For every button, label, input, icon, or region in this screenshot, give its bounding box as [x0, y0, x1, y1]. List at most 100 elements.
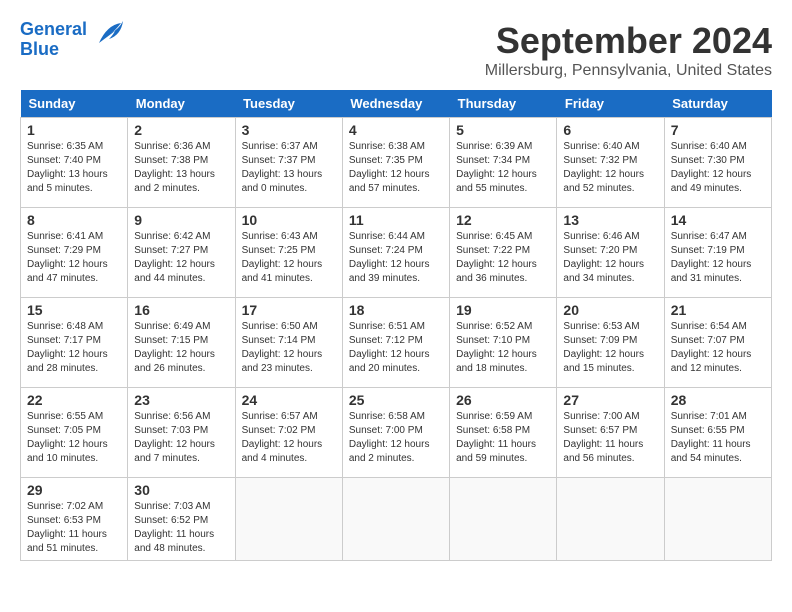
- day-info: Sunrise: 6:40 AMSunset: 7:32 PMDaylight:…: [563, 140, 657, 196]
- day-info: Sunrise: 7:02 AMSunset: 6:53 PMDaylight:…: [27, 500, 121, 556]
- weekday-header: Saturday: [664, 90, 771, 118]
- day-number: 15: [27, 302, 121, 318]
- calendar-cell: [235, 478, 342, 561]
- calendar-cell: 20Sunrise: 6:53 AMSunset: 7:09 PMDayligh…: [557, 298, 664, 388]
- calendar-cell: 4 Sunrise: 6:38 AMSunset: 7:35 PMDaylight…: [342, 118, 449, 208]
- calendar-cell: 30 Sunrise: 7:03 AMSunset: 6:52 PMDayligh…: [128, 478, 235, 561]
- day-info: Sunrise: 6:45 AMSunset: 7:22 PMDaylight:…: [456, 230, 550, 286]
- day-number: 29: [27, 482, 121, 498]
- calendar-header-row: SundayMondayTuesdayWednesdayThursdayFrid…: [21, 90, 772, 118]
- day-number: 12: [456, 212, 550, 228]
- location-title: Millersburg, Pennsylvania, United States: [485, 62, 772, 80]
- day-info: Sunrise: 6:40 AMSunset: 7:30 PMDaylight:…: [671, 140, 765, 196]
- calendar-cell: 16 Sunrise: 6:49 AMSunset: 7:15 PMDayligh…: [128, 298, 235, 388]
- day-info: Sunrise: 6:38 AMSunset: 7:35 PMDaylight:…: [349, 140, 443, 196]
- day-info: Sunrise: 6:39 AMSunset: 7:34 PMDaylight:…: [456, 140, 550, 196]
- day-number: 28: [671, 392, 765, 408]
- calendar-cell: 24 Sunrise: 6:57 AMSunset: 7:02 PMDayligh…: [235, 388, 342, 478]
- logo-bird-icon: [91, 15, 127, 51]
- calendar-cell: 6 Sunrise: 6:40 AMSunset: 7:32 PMDaylight…: [557, 118, 664, 208]
- title-area: September 2024 Millersburg, Pennsylvania…: [485, 20, 772, 80]
- calendar-week-row: 15 Sunrise: 6:48 AMSunset: 7:17 PMDayligh…: [21, 298, 772, 388]
- calendar-cell: 27 Sunrise: 7:00 AMSunset: 6:57 PMDayligh…: [557, 388, 664, 478]
- calendar-cell: 21 Sunrise: 6:54 AMSunset: 7:07 PMDayligh…: [664, 298, 771, 388]
- day-number: 17: [242, 302, 336, 318]
- day-number: 3: [242, 122, 336, 138]
- day-number: 18: [349, 302, 443, 318]
- weekday-header: Monday: [128, 90, 235, 118]
- calendar-cell: 12 Sunrise: 6:45 AMSunset: 7:22 PMDayligh…: [450, 208, 557, 298]
- day-info: Sunrise: 6:59 AMSunset: 6:58 PMDaylight:…: [456, 410, 550, 466]
- day-info: Sunrise: 6:41 AMSunset: 7:29 PMDaylight:…: [27, 230, 121, 286]
- day-number: 1: [27, 122, 121, 138]
- calendar-cell: 17 Sunrise: 6:50 AMSunset: 7:14 PMDayligh…: [235, 298, 342, 388]
- day-info: Sunrise: 6:42 AMSunset: 7:27 PMDaylight:…: [134, 230, 228, 286]
- calendar-cell: [342, 478, 449, 561]
- day-info: Sunrise: 6:50 AMSunset: 7:14 PMDaylight:…: [242, 320, 336, 376]
- day-number: 2: [134, 122, 228, 138]
- day-number: 30: [134, 482, 228, 498]
- day-number: 21: [671, 302, 765, 318]
- calendar-cell: [557, 478, 664, 561]
- calendar-week-row: 29 Sunrise: 7:02 AMSunset: 6:53 PMDayligh…: [21, 478, 772, 561]
- header: GeneralBlue September 2024 Millersburg, …: [20, 20, 772, 80]
- day-info: Sunrise: 6:51 AMSunset: 7:12 PMDaylight:…: [349, 320, 443, 376]
- day-info: Sunrise: 6:55 AMSunset: 7:05 PMDaylight:…: [27, 410, 121, 466]
- calendar-cell: 22Sunrise: 6:55 AMSunset: 7:05 PMDayligh…: [21, 388, 128, 478]
- calendar-cell: 14 Sunrise: 6:47 AMSunset: 7:19 PMDayligh…: [664, 208, 771, 298]
- calendar-cell: 25 Sunrise: 6:58 AMSunset: 7:00 PMDayligh…: [342, 388, 449, 478]
- day-number: 13: [563, 212, 657, 228]
- month-title: September 2024: [485, 20, 772, 62]
- calendar-cell: 15 Sunrise: 6:48 AMSunset: 7:17 PMDayligh…: [21, 298, 128, 388]
- day-number: 9: [134, 212, 228, 228]
- day-info: Sunrise: 6:48 AMSunset: 7:17 PMDaylight:…: [27, 320, 121, 376]
- day-number: 6: [563, 122, 657, 138]
- calendar-cell: 8 Sunrise: 6:41 AMSunset: 7:29 PMDaylight…: [21, 208, 128, 298]
- calendar-cell: 3Sunrise: 6:37 AMSunset: 7:37 PMDaylight…: [235, 118, 342, 208]
- calendar-cell: 29 Sunrise: 7:02 AMSunset: 6:53 PMDayligh…: [21, 478, 128, 561]
- day-number: 20: [563, 302, 657, 318]
- logo-text: GeneralBlue: [20, 20, 87, 60]
- calendar-week-row: 8 Sunrise: 6:41 AMSunset: 7:29 PMDaylight…: [21, 208, 772, 298]
- day-info: Sunrise: 6:58 AMSunset: 7:00 PMDaylight:…: [349, 410, 443, 466]
- day-number: 25: [349, 392, 443, 408]
- day-number: 5: [456, 122, 550, 138]
- day-info: Sunrise: 6:43 AMSunset: 7:25 PMDaylight:…: [242, 230, 336, 286]
- day-info: Sunrise: 6:35 AMSunset: 7:40 PMDaylight:…: [27, 140, 121, 196]
- calendar-cell: 26 Sunrise: 6:59 AMSunset: 6:58 PMDayligh…: [450, 388, 557, 478]
- day-number: 4: [349, 122, 443, 138]
- calendar-cell: [450, 478, 557, 561]
- calendar-cell: 10Sunrise: 6:43 AMSunset: 7:25 PMDayligh…: [235, 208, 342, 298]
- day-info: Sunrise: 6:44 AMSunset: 7:24 PMDaylight:…: [349, 230, 443, 286]
- calendar-week-row: 22Sunrise: 6:55 AMSunset: 7:05 PMDayligh…: [21, 388, 772, 478]
- calendar-cell: 7 Sunrise: 6:40 AMSunset: 7:30 PMDaylight…: [664, 118, 771, 208]
- day-info: Sunrise: 7:03 AMSunset: 6:52 PMDaylight:…: [134, 500, 228, 556]
- day-number: 7: [671, 122, 765, 138]
- day-info: Sunrise: 6:54 AMSunset: 7:07 PMDaylight:…: [671, 320, 765, 376]
- weekday-header: Sunday: [21, 90, 128, 118]
- calendar-table: SundayMondayTuesdayWednesdayThursdayFrid…: [20, 90, 772, 561]
- weekday-header: Thursday: [450, 90, 557, 118]
- day-info: Sunrise: 6:57 AMSunset: 7:02 PMDaylight:…: [242, 410, 336, 466]
- calendar-cell: 19Sunrise: 6:52 AMSunset: 7:10 PMDayligh…: [450, 298, 557, 388]
- calendar-cell: 23Sunrise: 6:56 AMSunset: 7:03 PMDayligh…: [128, 388, 235, 478]
- day-number: 24: [242, 392, 336, 408]
- day-info: Sunrise: 7:01 AMSunset: 6:55 PMDaylight:…: [671, 410, 765, 466]
- day-info: Sunrise: 6:56 AMSunset: 7:03 PMDaylight:…: [134, 410, 228, 466]
- calendar-cell: [664, 478, 771, 561]
- day-number: 14: [671, 212, 765, 228]
- calendar-cell: 11 Sunrise: 6:44 AMSunset: 7:24 PMDayligh…: [342, 208, 449, 298]
- calendar-cell: 2Sunrise: 6:36 AMSunset: 7:38 PMDaylight…: [128, 118, 235, 208]
- day-number: 27: [563, 392, 657, 408]
- day-number: 11: [349, 212, 443, 228]
- calendar-cell: 28 Sunrise: 7:01 AMSunset: 6:55 PMDayligh…: [664, 388, 771, 478]
- day-number: 16: [134, 302, 228, 318]
- day-info: Sunrise: 6:47 AMSunset: 7:19 PMDaylight:…: [671, 230, 765, 286]
- weekday-header: Tuesday: [235, 90, 342, 118]
- day-info: Sunrise: 6:49 AMSunset: 7:15 PMDaylight:…: [134, 320, 228, 376]
- day-number: 26: [456, 392, 550, 408]
- day-number: 8: [27, 212, 121, 228]
- calendar-cell: 9 Sunrise: 6:42 AMSunset: 7:27 PMDaylight…: [128, 208, 235, 298]
- calendar-cell: 5 Sunrise: 6:39 AMSunset: 7:34 PMDaylight…: [450, 118, 557, 208]
- day-info: Sunrise: 7:00 AMSunset: 6:57 PMDaylight:…: [563, 410, 657, 466]
